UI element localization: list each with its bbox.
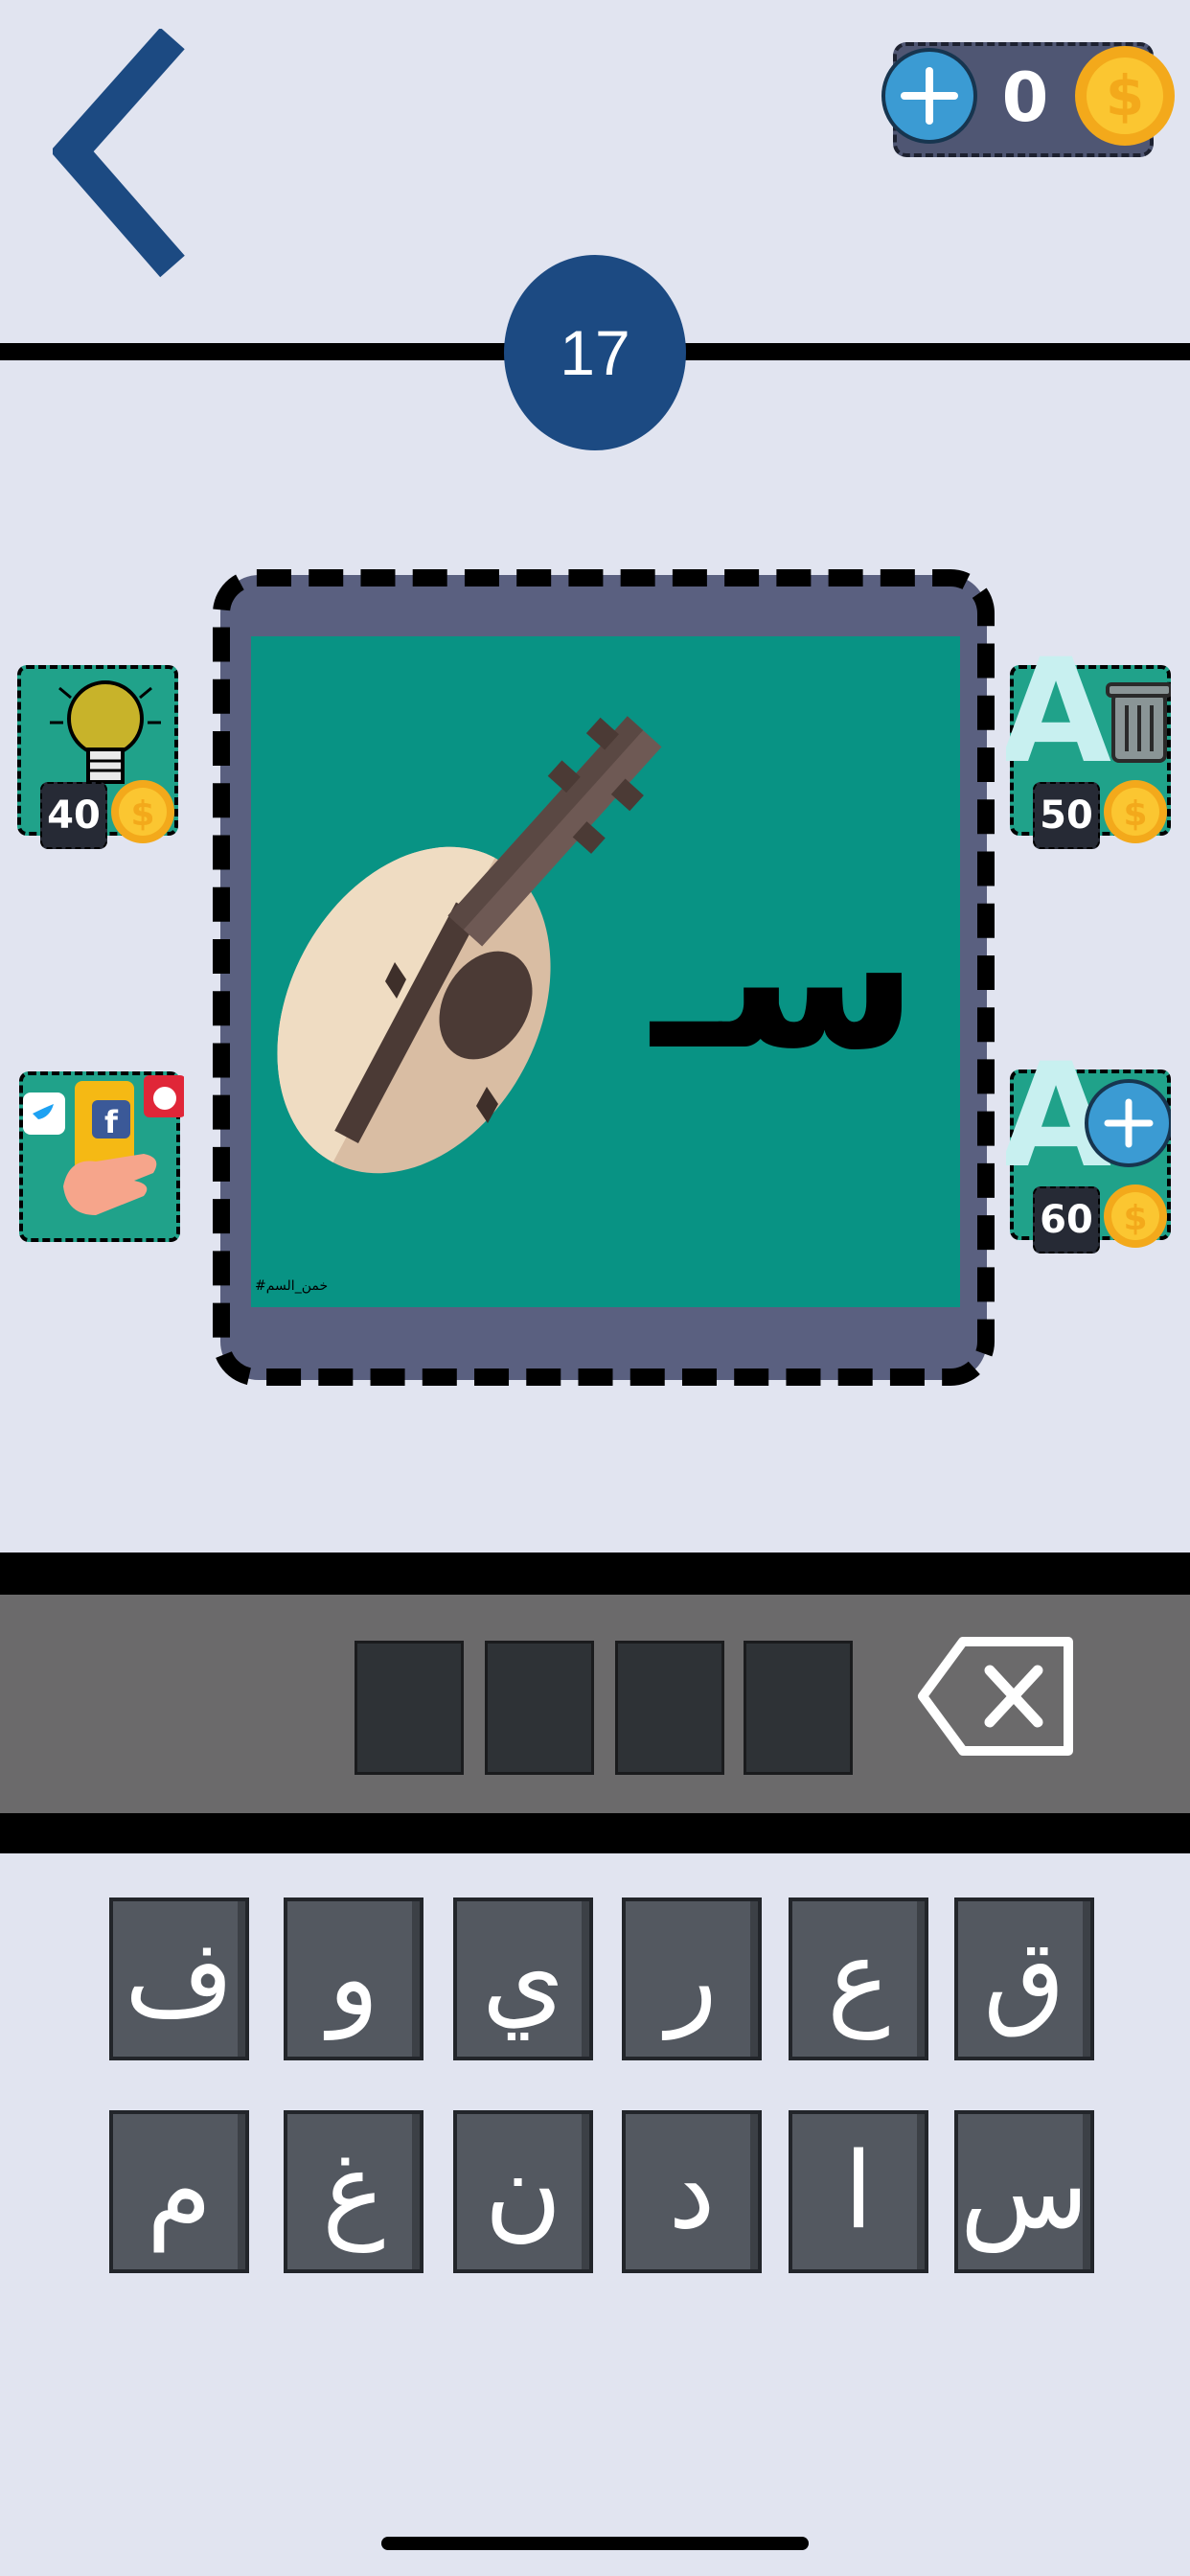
letter-key[interactable]: و <box>284 1898 423 2060</box>
svg-text:$: $ <box>1123 1199 1147 1238</box>
chevron-left-icon <box>50 27 185 278</box>
backspace-icon <box>918 1637 1073 1756</box>
remove-letters-helper-button[interactable]: A 50 $ <box>1006 656 1171 849</box>
answer-slot[interactable] <box>355 1641 464 1775</box>
home-indicator[interactable] <box>381 2537 809 2550</box>
letter-key[interactable]: ا <box>789 2110 928 2273</box>
reveal-letter-cost: 60 <box>1033 1186 1100 1254</box>
answer-slot[interactable] <box>744 1641 853 1775</box>
plus-icon <box>901 67 958 125</box>
answer-band-top <box>0 1552 1190 1595</box>
coin-icon: $ <box>109 778 176 845</box>
reveal-letter-helper-button[interactable]: A 60 $ <box>1006 1060 1171 1254</box>
letter-key[interactable]: د <box>622 2110 762 2273</box>
add-letter-icon: A <box>1006 1060 1171 1175</box>
letter-key[interactable]: ر <box>622 1898 762 2060</box>
letter-key[interactable]: ن <box>453 2110 593 2273</box>
letter-key[interactable]: ف <box>109 1898 249 2060</box>
letter-key[interactable]: ع <box>789 1898 928 2060</box>
svg-text:$: $ <box>1106 63 1144 128</box>
letter-key[interactable]: غ <box>284 2110 423 2273</box>
letter-key[interactable]: ق <box>954 1898 1094 2060</box>
coin-icon: $ <box>1073 44 1177 148</box>
letter-key[interactable]: ي <box>453 1898 593 2060</box>
level-badge: 17 <box>504 255 686 450</box>
svg-text:f: f <box>104 1104 119 1140</box>
share-social-icon: f <box>23 1075 184 1215</box>
coin-icon: $ <box>1102 778 1169 845</box>
answer-slot[interactable] <box>615 1641 724 1775</box>
puzzle-clue-letters: سـ <box>652 860 919 1094</box>
svg-text:$: $ <box>1123 794 1147 834</box>
letter-key[interactable]: م <box>109 2110 249 2273</box>
coin-icon: $ <box>1102 1183 1169 1250</box>
share-helper-button[interactable]: f <box>19 1071 184 1242</box>
trash-letter-icon: A <box>1006 656 1171 770</box>
letter-key[interactable]: س <box>954 2110 1094 2273</box>
back-button[interactable] <box>50 27 196 278</box>
coin-count: 0 <box>1001 58 1049 137</box>
add-coins-button[interactable] <box>881 48 977 144</box>
hint-helper-button[interactable]: 40 $ <box>17 665 178 849</box>
answer-slot[interactable] <box>485 1641 594 1775</box>
hint-cost: 40 <box>40 782 107 849</box>
answer-band-bottom <box>0 1813 1190 1853</box>
puzzle-watermark: #خمن_السم <box>255 1278 329 1294</box>
backspace-button[interactable] <box>915 1634 1078 1759</box>
remove-letters-cost: 50 <box>1033 782 1100 849</box>
svg-text:A: A <box>1006 656 1111 770</box>
svg-text:$: $ <box>130 794 154 834</box>
